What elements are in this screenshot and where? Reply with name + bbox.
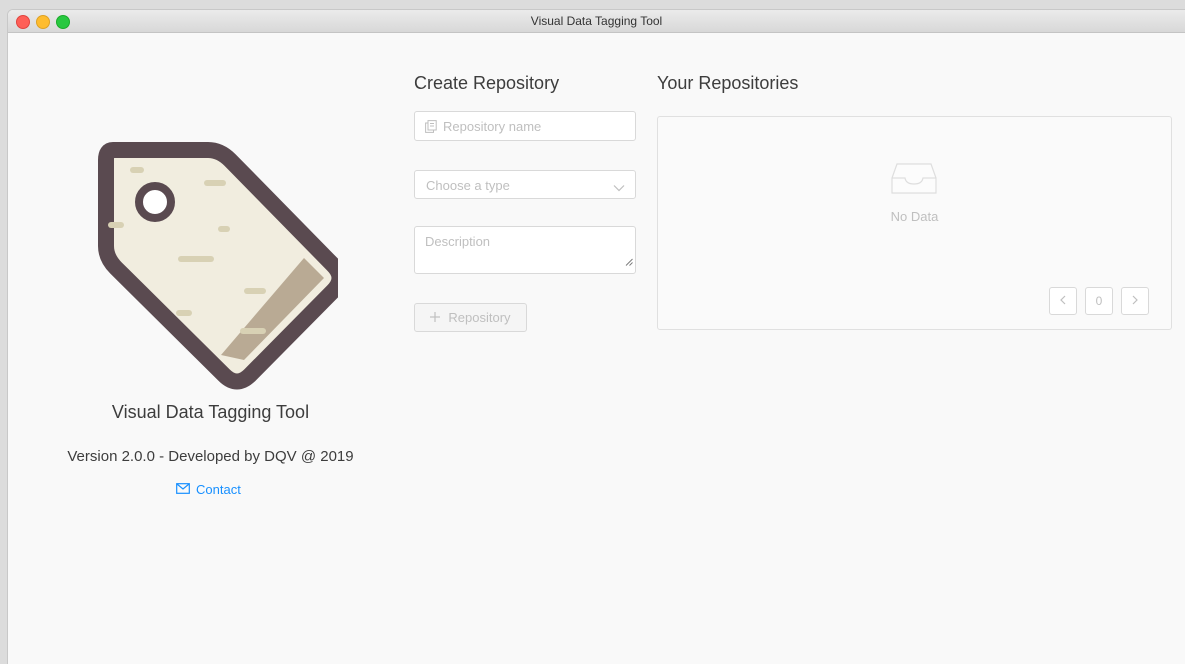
title-bar[interactable]: Visual Data Tagging Tool — [8, 10, 1185, 33]
empty-inbox-icon — [891, 161, 937, 200]
add-repository-button[interactable]: Repository — [414, 303, 527, 332]
description-field[interactable] — [414, 226, 636, 274]
chevron-down-icon — [613, 179, 625, 197]
pagination: 0 — [1049, 287, 1149, 315]
add-repository-label: Repository — [448, 310, 511, 325]
chevron-left-icon — [1060, 294, 1066, 308]
repository-name-input[interactable] — [415, 112, 635, 140]
app-window: Visual Data Tagging Tool Visual Data Tag… — [8, 10, 1185, 664]
window-title: Visual Data Tagging Tool — [530, 14, 663, 28]
app-name: Visual Data Tagging Tool — [111, 402, 310, 422]
current-page-number[interactable]: 0 — [1085, 287, 1113, 315]
description-textarea[interactable] — [415, 227, 635, 273]
previous-page-button[interactable] — [1049, 287, 1077, 315]
version-line: Version 2.0.0 - Developed by DQV @ 2019 — [67, 448, 354, 465]
repositories-list: No Data 0 — [657, 116, 1172, 330]
type-select-placeholder: Choose a type — [426, 178, 510, 193]
app-logo-tag-icon — [88, 140, 348, 390]
chevron-right-icon — [1132, 294, 1138, 308]
resize-grip-icon[interactable] — [625, 253, 633, 271]
file-copy-icon — [425, 120, 437, 138]
empty-state-text: No Data — [890, 209, 939, 224]
contact-link[interactable]: Contact — [176, 482, 241, 497]
contact-label: Contact — [196, 482, 241, 497]
repository-name-field[interactable] — [414, 111, 636, 141]
next-page-button[interactable] — [1121, 287, 1149, 315]
create-repository-heading: Create Repository — [414, 73, 560, 93]
mail-icon — [176, 482, 190, 497]
plus-icon — [430, 310, 441, 325]
repository-type-select[interactable]: Choose a type — [414, 170, 636, 199]
your-repositories-heading: Your Repositories — [657, 73, 799, 93]
